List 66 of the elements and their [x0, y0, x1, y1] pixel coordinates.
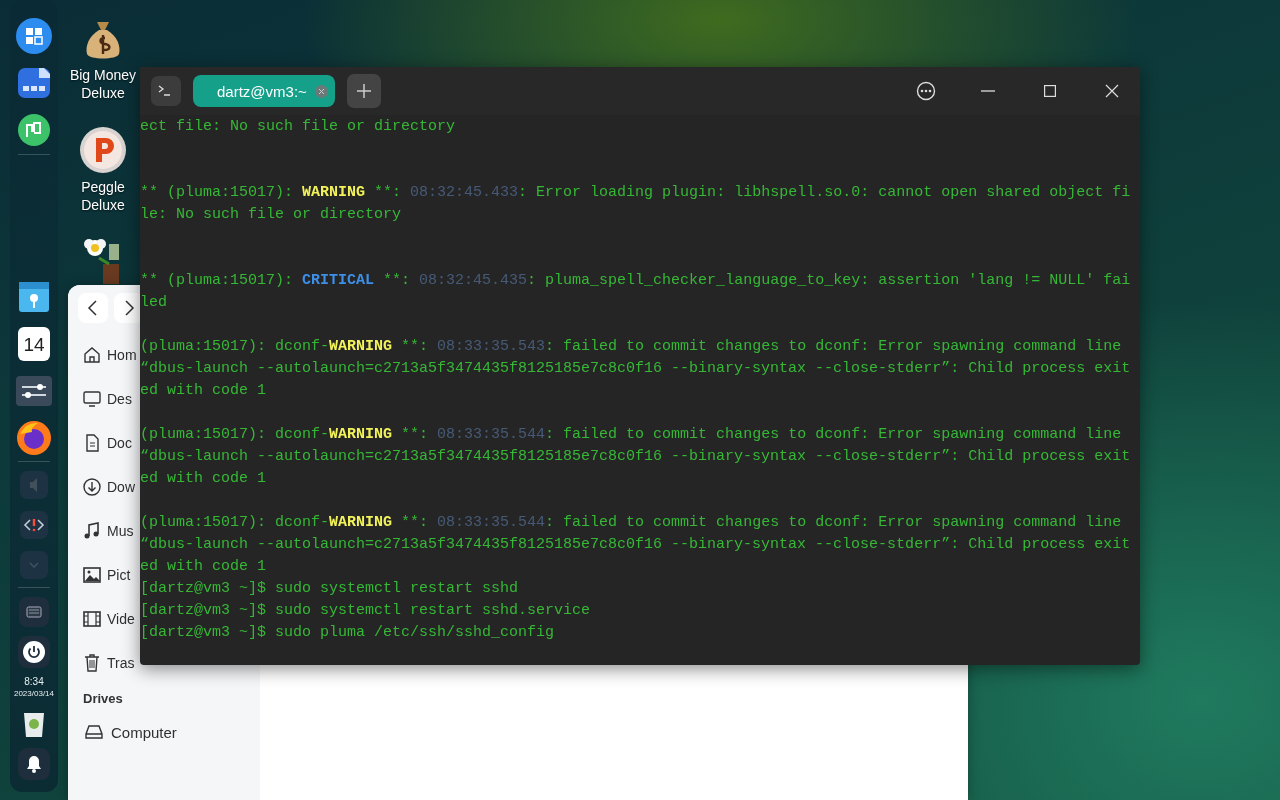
terminal-line: ect file: No such file or directory: [140, 117, 457, 137]
section-heading: Drives: [82, 690, 124, 708]
tab-close-icon[interactable]: [314, 84, 328, 98]
close-icon: [1105, 84, 1119, 98]
image-icon: [82, 565, 102, 585]
monitor-icon: [82, 389, 102, 409]
ball-icon: [79, 126, 127, 174]
terminal-line: “dbus-launch --autolaunch=c2713a5f3474435f8125185e7c8c0f16 --binary-syntax --close-stderr”: Child process exit: [140, 535, 1132, 555]
more-icon: [916, 81, 936, 101]
terminal-line: [dartz@vm3 ~]$ sudo systemctl restart sshd.service: [140, 601, 592, 621]
desktop-icon-label[interactable]: Big Money Deluxe: [69, 66, 137, 102]
film-icon: [82, 609, 102, 629]
new-tab-button[interactable]: [346, 74, 381, 108]
speaker-icon: [20, 471, 48, 499]
launcher-icon: [16, 18, 52, 54]
close-icon: [317, 87, 325, 95]
home-icon: [82, 345, 102, 365]
recycle-bin-icon: [22, 710, 46, 738]
chevron-left-icon: [87, 300, 99, 316]
terminal-line: (pluma:15017): dconf-WARNING **: 08:33:35.544: failed to commit changes to dconf: Error spawning command line: [140, 513, 1123, 533]
code-icon: [20, 511, 48, 539]
chevron-icon: [20, 551, 48, 579]
terminal-line: (pluma:15017): dconf-WARNING **: 08:33:35.543: failed to commit changes to dconf: Error spawning command line: [140, 337, 1123, 357]
sliders-icon: [16, 376, 52, 406]
notes-icon: [18, 280, 50, 314]
terminal-line: ed with code 1: [140, 381, 268, 401]
terminal-line: “dbus-launch --autolaunch=c2713a5f3474435f8125185e7c8c0f16 --binary-syntax --close-stderr”: Child process exit: [140, 359, 1132, 379]
terminal-line: ** (pluma:15017): WARNING **: 08:32:45.433: Error loading plugin: libhspell.so.0: cannot open shared object fi: [140, 183, 1132, 203]
back-button[interactable]: [78, 293, 108, 323]
chevron-right-icon: [123, 300, 135, 316]
store-icon: [17, 113, 51, 147]
sidebar-item[interactable]: Des: [78, 377, 140, 421]
sidebar-item[interactable]: Vide: [78, 597, 140, 641]
desktop-icon-label[interactable]: Peggle Deluxe: [81, 178, 125, 214]
clock-date: 2023/03/14: [13, 689, 54, 698]
plus-icon: [355, 83, 372, 99]
terminal-line: [dartz@vm3 ~]$ sudo systemctl restart sshd: [140, 579, 520, 599]
sidebar-item[interactable]: Dow: [78, 465, 140, 509]
browser-icon: [16, 420, 52, 456]
sidebar-item[interactable]: Computer: [78, 710, 260, 754]
maximize-icon: [1044, 85, 1056, 97]
terminal-line: ed with code 1: [140, 557, 268, 577]
sidebar-item[interactable]: Tras: [78, 641, 140, 685]
download-icon: [82, 477, 102, 497]
terminal-line: “dbus-launch --autolaunch=c2713a5f3474435f8125185e7c8c0f16 --binary-syntax --close-stderr”: Child process exit: [140, 447, 1132, 467]
terminal-line: le: No such file or directory: [140, 205, 403, 225]
terminal-line: ed with code 1: [140, 469, 268, 489]
minimize-icon: [981, 90, 995, 92]
power-icon: [18, 636, 50, 668]
drive-icon: [84, 722, 104, 742]
sidebar-item[interactable]: Mus: [78, 509, 140, 553]
sidebar-item[interactable]: Doc: [78, 421, 140, 465]
notification-icon: [18, 748, 50, 780]
terminal-menu-button[interactable]: [151, 76, 181, 106]
sidebar-item[interactable]: Pict: [78, 553, 140, 597]
terminal-line: [dartz@vm3 ~]$ sudo pluma /etc/ssh/sshd_config: [140, 623, 556, 643]
trash-icon: [82, 653, 102, 673]
terminal-line: led: [140, 293, 168, 313]
terminal-line: ** (pluma:15017): CRITICAL **: 08:32:45.435: pluma_spell_checker_language_to_key: assertion 'lang != NULL' fai: [140, 271, 1132, 291]
keyboard-icon: [19, 597, 49, 627]
music-note-icon: [82, 521, 102, 541]
sidebar-item[interactable]: Hom: [78, 333, 140, 377]
clock-time: 8:34: [24, 676, 44, 687]
calendar-icon[interactable]: 14: [18, 327, 50, 361]
terminal-line: (pluma:15017): dconf-WARNING **: 08:33:35.544: failed to commit changes to dconf: Error spawning command line: [140, 425, 1123, 445]
folder-icon: [17, 66, 51, 100]
